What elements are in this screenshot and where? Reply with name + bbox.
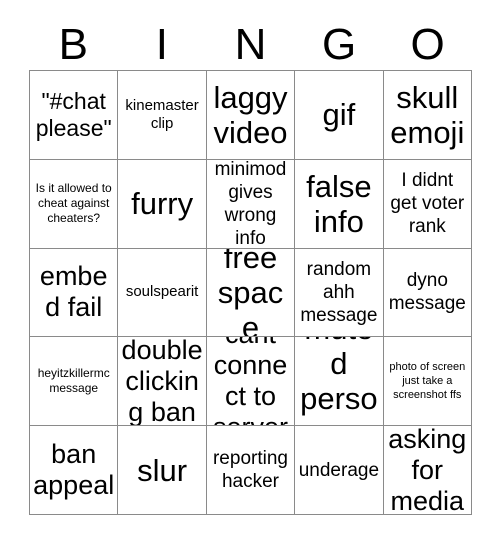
bingo-cell[interactable]: kinemaster clip [118, 71, 207, 160]
bingo-cell-label: false info [306, 168, 372, 239]
bingo-cell[interactable]: asking for media [383, 426, 472, 515]
bingo-cell[interactable]: double clicking ban [118, 337, 207, 427]
bingo-grid: "#chat please" kinemaster clip laggy video… [29, 70, 472, 515]
bingo-cell[interactable]: soulspearit [118, 248, 207, 338]
bingo-cell-label: slur [137, 452, 188, 488]
bingo-cell[interactable]: I didnt get voter rank [383, 159, 472, 249]
bingo-cell-label: random ahh message [300, 258, 378, 326]
bingo-cell[interactable]: free space [206, 248, 296, 338]
header-letter-i: I [155, 20, 168, 69]
header-letter-b: B [58, 20, 88, 69]
bingo-cell-label: cant connect to server [213, 337, 288, 425]
header-letter-g: G [321, 20, 357, 69]
bingo-cell[interactable]: reporting hacker [206, 426, 296, 515]
bingo-cell[interactable]: dyno message [383, 248, 472, 338]
bingo-cell-label: laggy video [213, 79, 288, 150]
bingo-cell[interactable]: furry [118, 159, 207, 249]
bingo-cell-label: embed fail [39, 261, 108, 323]
bingo-cell-label: gif [322, 97, 356, 133]
bingo-cell[interactable]: skull emoji [383, 71, 472, 160]
bingo-cell-label: furry [131, 186, 194, 222]
bingo-cell-label: underage [298, 459, 380, 481]
bingo-cell[interactable]: minimod gives wrong info [206, 159, 296, 249]
bingo-cell[interactable]: photo of screen just take a screenshot f… [383, 337, 472, 427]
bingo-cell[interactable]: Is it allowed to cheat against cheaters? [30, 159, 119, 249]
header-letter-o: O [410, 20, 445, 69]
bingo-cell-label: photo of screen just take a screenshot f… [389, 361, 466, 402]
bingo-card: B I N G O "#chat please" kinemaster clip l… [0, 0, 500, 544]
bingo-cell[interactable]: cant connect to server [206, 337, 296, 427]
bingo-cell-label: minimod gives wrong info [214, 159, 287, 249]
bingo-cell-label: kinemaster clip [125, 96, 199, 132]
bingo-cell[interactable]: embed fail [30, 248, 119, 338]
bingo-cell-label: heyitzkillermc message [37, 366, 110, 396]
bingo-cell[interactable]: muted person [295, 337, 384, 427]
bingo-cell[interactable]: random ahh message [295, 248, 384, 338]
bingo-cell[interactable]: gif [295, 71, 384, 160]
bingo-cell[interactable]: ban appeal [30, 426, 119, 515]
bingo-cell-label: Is it allowed to cheat against cheaters? [35, 181, 112, 226]
bingo-header: B I N G O [29, 14, 472, 70]
bingo-cell[interactable]: underage [295, 426, 384, 515]
bingo-cell[interactable]: false info [295, 159, 384, 249]
bingo-cell-label: free space [217, 248, 284, 338]
bingo-cell-label: ban appeal [33, 439, 115, 501]
bingo-cell-label: "#chat please" [35, 87, 112, 141]
bingo-cell-label: muted person [300, 337, 378, 425]
bingo-cell[interactable]: heyitzkillermc message [30, 337, 119, 427]
bingo-cell-label: I didnt get voter rank [390, 170, 465, 238]
bingo-cell-label: reporting hacker [212, 448, 288, 493]
bingo-cell-label: soulspearit [125, 283, 199, 301]
bingo-cell-label: skull emoji [390, 79, 465, 150]
bingo-cell-label: dyno message [388, 270, 466, 315]
bingo-cell[interactable]: slur [118, 426, 207, 515]
bingo-cell-label: asking for media [388, 426, 467, 515]
bingo-cell-label: double clicking ban [121, 337, 203, 427]
header-letter-n: N [234, 20, 267, 69]
bingo-cell[interactable]: laggy video [206, 71, 296, 160]
bingo-cell[interactable]: "#chat please" [30, 71, 119, 160]
